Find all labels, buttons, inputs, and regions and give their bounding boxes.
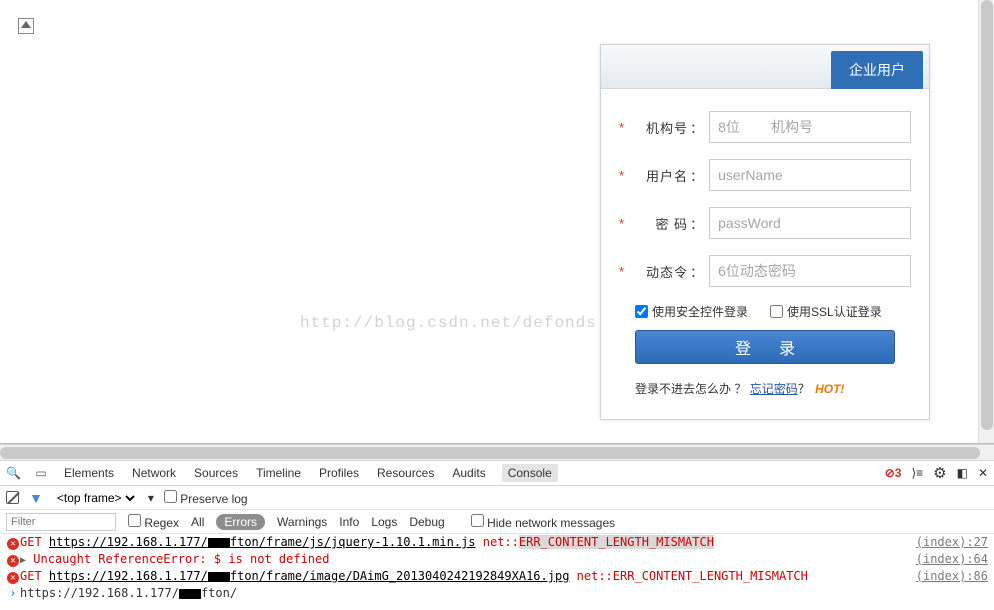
level-all[interactable]: All [191, 515, 204, 529]
hot-badge: HOT! [815, 382, 844, 396]
clear-console-icon[interactable] [6, 491, 19, 504]
tab-sources[interactable]: Sources [192, 466, 240, 480]
required-asterisk: * [619, 168, 624, 183]
console-output[interactable]: ✕ GET https://192.168.1.177/fton/frame/j… [0, 534, 994, 610]
broken-image-icon [18, 18, 34, 34]
source-link[interactable]: (index):27 [896, 535, 988, 549]
required-asterisk: * [619, 120, 624, 135]
preserve-log-checkbox[interactable]: Preserve log [164, 490, 248, 506]
row-org: * 机构号 ： [619, 111, 911, 143]
checkbox-ssl-box[interactable] [770, 305, 783, 318]
dock-icon[interactable]: ◧ [957, 466, 968, 480]
row-user: * 用户名 ： [619, 159, 911, 191]
search-icon[interactable]: 🔍 [6, 466, 20, 480]
username-input[interactable] [709, 159, 911, 191]
page-viewport: 企业用户 * 机构号 ： * 用户名 ： * 密 码 ： * [0, 0, 994, 444]
row-pass: * 密 码 ： [619, 207, 911, 239]
checkbox-secure-control-box[interactable] [635, 305, 648, 318]
label-otp: 动态令 [628, 262, 688, 281]
console-line-error: ✕ ▶ Uncaught ReferenceError: $ is not de… [0, 551, 994, 568]
settings-icon[interactable]: ⚙ [933, 464, 946, 482]
watermark-text: http://blog.csdn.net/defonds [300, 314, 597, 332]
tab-profiles[interactable]: Profiles [317, 466, 361, 480]
source-link[interactable]: (index):86 [896, 569, 988, 583]
checkbox-ssl[interactable]: 使用SSL认证登录 [770, 303, 882, 320]
expand-icon[interactable]: ▶ [20, 555, 26, 566]
error-icon: ✕ [7, 555, 19, 567]
tab-elements[interactable]: Elements [62, 466, 116, 480]
filter-icon[interactable]: ▼ [29, 490, 43, 506]
tab-resources[interactable]: Resources [375, 466, 436, 480]
source-link[interactable]: (index):64 [896, 552, 988, 566]
console-filter-input[interactable] [6, 513, 116, 531]
row-otp: * 动态令 ： [619, 255, 911, 287]
console-toolbar-2: Regex All Errors Warnings Info Logs Debu… [0, 510, 994, 534]
devtools-tab-bar: 🔍 ▭ Elements Network Sources Timeline Pr… [0, 460, 994, 486]
device-icon[interactable]: ▭ [34, 466, 48, 480]
required-asterisk: * [619, 216, 624, 231]
frame-selector[interactable]: <top frame> [53, 490, 138, 506]
label-pass: 密 码 [628, 214, 688, 233]
tab-console[interactable]: Console [502, 464, 558, 482]
required-asterisk: * [619, 264, 624, 279]
login-button[interactable]: 登录 [635, 330, 895, 364]
error-count-badge[interactable]: ⊘3 [885, 466, 902, 480]
prompt-icon: › [6, 586, 20, 600]
tab-enterprise-user[interactable]: 企业用户 [831, 51, 923, 89]
page-vertical-scrollbar[interactable] [978, 0, 994, 444]
panel-header: 企业用户 [601, 45, 929, 89]
tab-timeline[interactable]: Timeline [254, 466, 303, 480]
console-line-error: ✕ GET https://192.168.1.177/fton/frame/j… [0, 534, 994, 551]
forgot-password-link[interactable]: 忘记密码 [750, 382, 798, 396]
console-prompt-line[interactable]: › https://192.168.1.177/fton/ [0, 585, 994, 601]
close-devtools-icon[interactable]: ✕ [978, 466, 988, 480]
level-debug[interactable]: Debug [409, 515, 444, 529]
level-info[interactable]: Info [339, 515, 359, 529]
hide-network-checkbox[interactable]: Hide network messages [471, 514, 615, 530]
console-toolbar-1: ▼ <top frame> ▾ Preserve log [0, 486, 994, 510]
error-icon: ✕ [7, 538, 19, 550]
error-icon: ✕ [7, 572, 19, 584]
tab-audits[interactable]: Audits [450, 466, 487, 480]
password-input[interactable] [709, 207, 911, 239]
org-input[interactable] [709, 111, 911, 143]
level-logs[interactable]: Logs [371, 515, 397, 529]
level-errors[interactable]: Errors [216, 514, 265, 530]
console-line-error: ✕ GET https://192.168.1.177/fton/frame/i… [0, 568, 994, 585]
otp-input[interactable] [709, 255, 911, 287]
checkbox-secure-control[interactable]: 使用安全控件登录 [635, 303, 748, 320]
login-panel: 企业用户 * 机构号 ： * 用户名 ： * 密 码 ： * [600, 44, 930, 420]
label-user: 用户名 [628, 166, 688, 185]
page-horizontal-scrollbar[interactable] [0, 444, 994, 460]
help-line: 登录不进去怎么办 ？ 忘记密码？ HOT! [619, 376, 911, 409]
label-org: 机构号 [628, 118, 688, 137]
level-warnings[interactable]: Warnings [277, 515, 327, 529]
devtools-panel: 🔍 ▭ Elements Network Sources Timeline Pr… [0, 460, 994, 610]
regex-checkbox[interactable]: Regex [128, 514, 179, 530]
tab-network[interactable]: Network [130, 466, 178, 480]
frame-selector-arrow[interactable]: ▾ [148, 491, 154, 505]
toggle-drawer-icon[interactable]: ⟩≡ [911, 466, 923, 480]
